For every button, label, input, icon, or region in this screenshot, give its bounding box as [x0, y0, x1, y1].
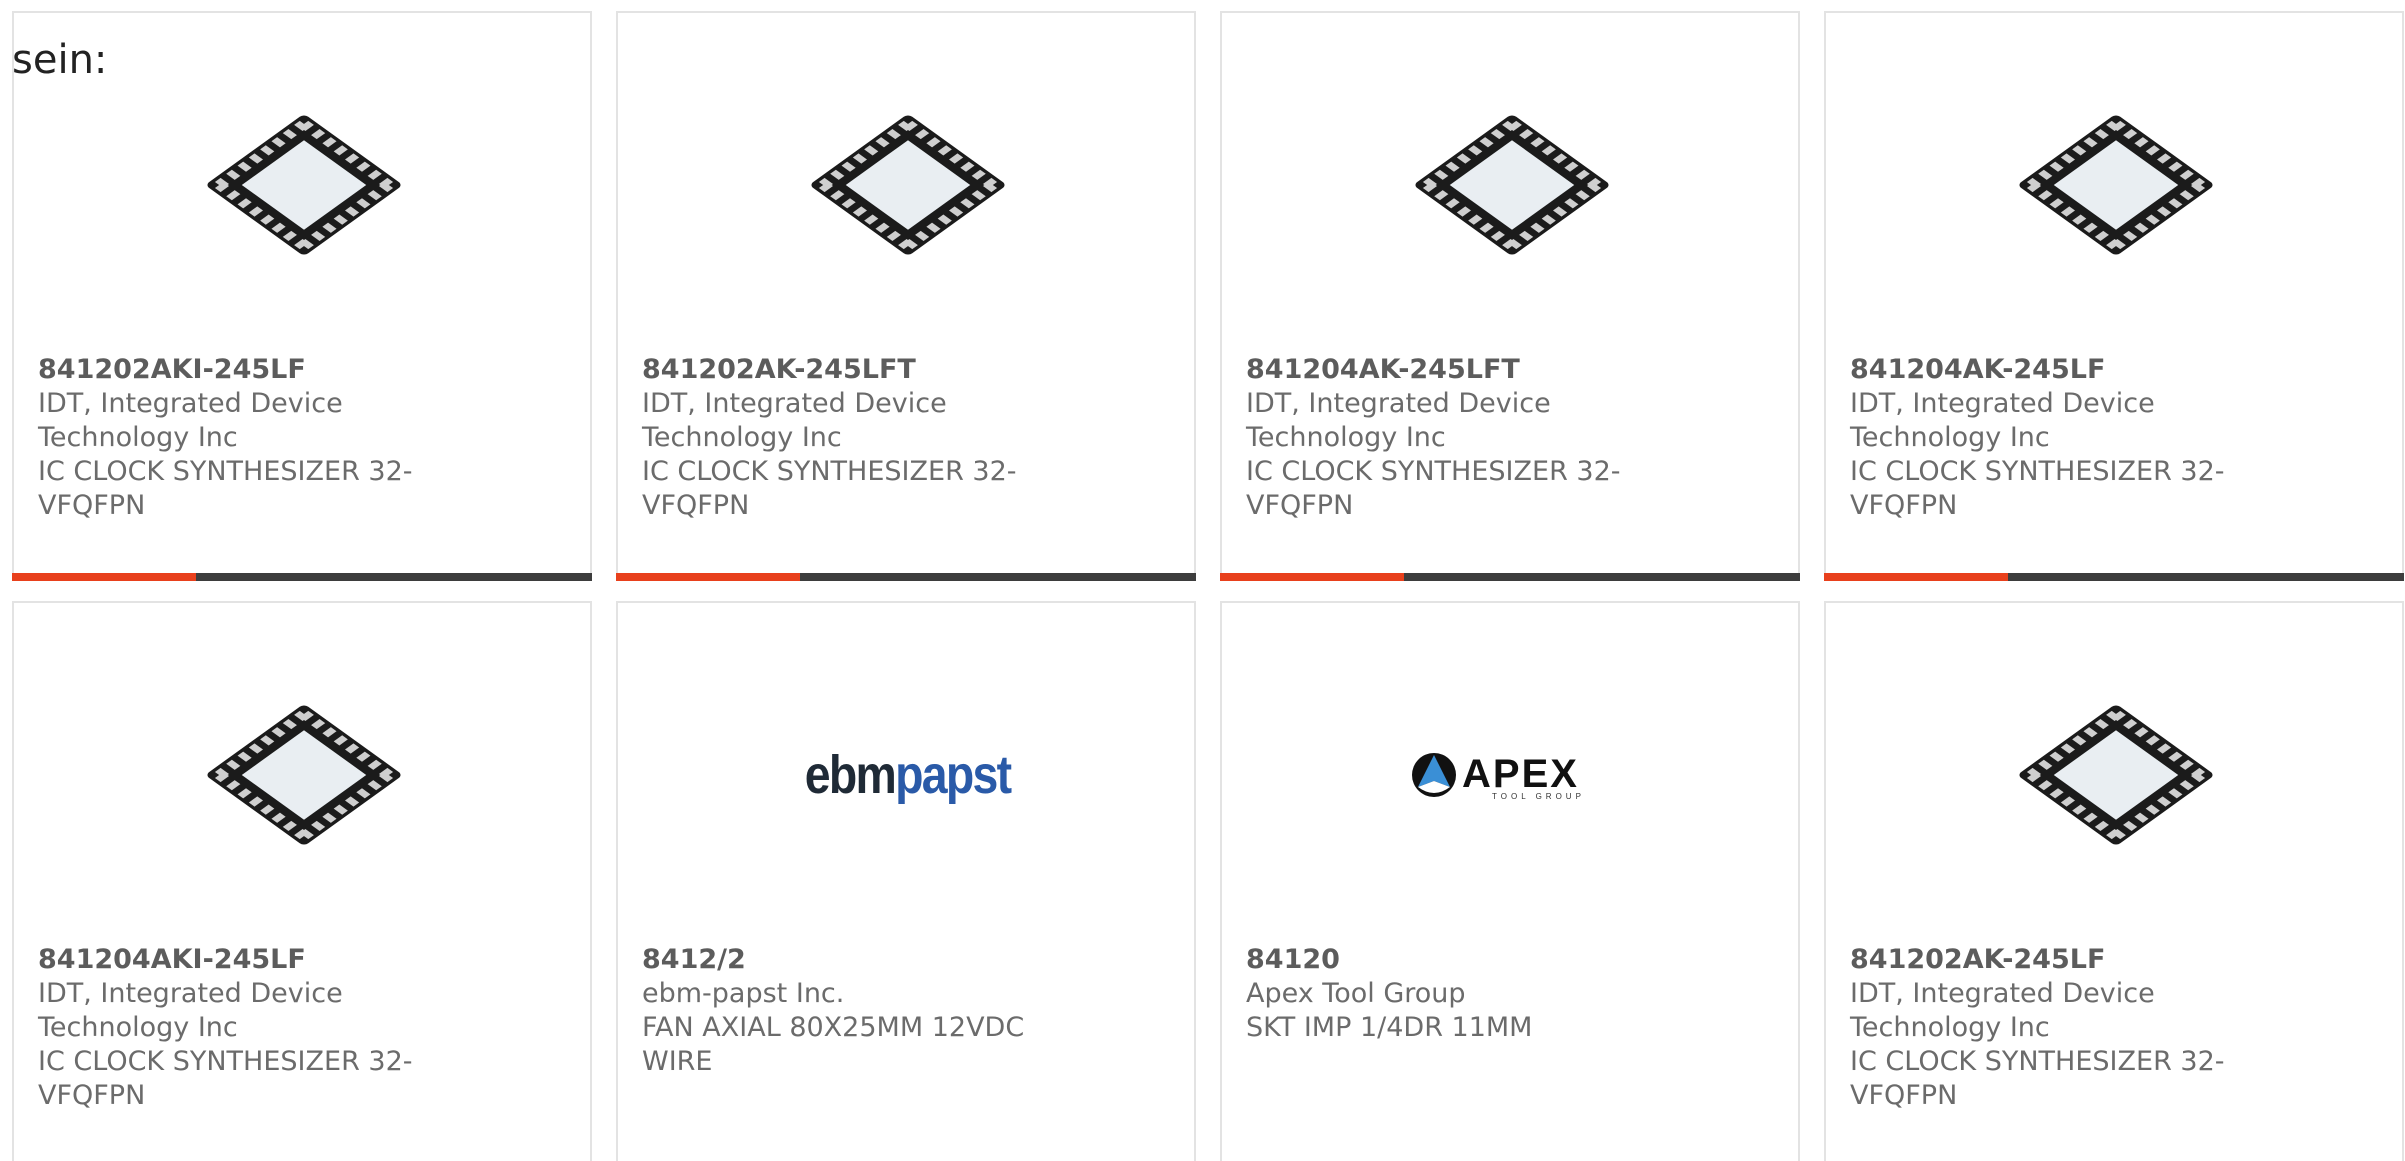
svg-text:APEX: APEX: [1462, 752, 1579, 796]
manufacturer: IDT, Integrated Device Technology Inc: [1246, 388, 1551, 453]
chip-icon: [1415, 115, 1609, 255]
intro-text: sein:: [12, 37, 108, 83]
manufacturer: IDT, Integrated Device Technology Inc: [38, 978, 343, 1043]
chip-image: [806, 83, 1010, 287]
manufacturer: IDT, Integrated Device Technology Inc: [38, 388, 343, 453]
manufacturer: ebm-papst Inc.: [642, 978, 845, 1009]
part-number[interactable]: 841204AK-245LFT: [1246, 353, 1646, 387]
description: FAN AXIAL 80X25MM 12VDC WIRE: [642, 1012, 1025, 1077]
chip-icon: [2019, 705, 2213, 845]
product-info: 84120 Apex Tool Group SKT IMP 1/4DR 11MM: [1246, 943, 1646, 1045]
part-number[interactable]: 841204AK-245LF: [1850, 353, 2250, 387]
description: IC CLOCK SYNTHESIZER 32-VFQFPN: [38, 456, 413, 521]
product-card[interactable]: 841204AKI-245LF IDT, Integrated Device T…: [12, 601, 592, 1161]
card-accent-bar: [1220, 573, 1404, 581]
product-card[interactable]: 841202AKI-245LF IDT, Integrated Device T…: [12, 11, 592, 581]
product-info: 841202AKI-245LF IDT, Integrated Device T…: [38, 353, 438, 523]
product-card[interactable]: 841202AK-245LF IDT, Integrated Device Te…: [1824, 601, 2404, 1161]
apex-logo-graphic: APEX TOOL GROUP: [1412, 752, 1585, 801]
card-bottom-bar: [616, 573, 1196, 581]
description: IC CLOCK SYNTHESIZER 32-VFQFPN: [1850, 456, 2225, 521]
product-card[interactable]: APEX TOOL GROUP 84120 Apex Tool Group SK…: [1220, 601, 1800, 1161]
part-number[interactable]: 841202AK-245LF: [1850, 943, 2250, 977]
svg-text:TOOL GROUP: TOOL GROUP: [1492, 792, 1585, 801]
chip-icon: [811, 115, 1005, 255]
chip-image: [2014, 83, 2218, 287]
chip-icon: [207, 705, 401, 845]
card-bottom-bar: [1220, 573, 1800, 581]
manufacturer: IDT, Integrated Device Technology Inc: [1850, 388, 2155, 453]
manufacturer: Apex Tool Group: [1246, 978, 1466, 1009]
card-bottom-bar: [12, 573, 592, 581]
product-info: 841202AK-245LFT IDT, Integrated Device T…: [642, 353, 1042, 523]
manufacturer: IDT, Integrated Device Technology Inc: [1850, 978, 2155, 1043]
chip-image: [1410, 83, 1614, 287]
description: IC CLOCK SYNTHESIZER 32-VFQFPN: [38, 1046, 413, 1111]
part-number[interactable]: 841202AK-245LFT: [642, 353, 1042, 387]
part-number[interactable]: 841202AKI-245LF: [38, 353, 438, 387]
apex-logo: APEX TOOL GROUP: [1410, 673, 1614, 877]
chip-image: [2014, 673, 2218, 877]
chip-icon: [2019, 115, 2213, 255]
part-number[interactable]: 84120: [1246, 943, 1646, 977]
product-card[interactable]: 841204AK-245LF IDT, Integrated Device Te…: [1824, 11, 2404, 581]
product-info: 841204AKI-245LF IDT, Integrated Device T…: [38, 943, 438, 1113]
chip-image: [202, 83, 406, 287]
part-number[interactable]: 8412/2: [642, 943, 1042, 977]
ebmpapst-logo: ebmpapst: [805, 673, 1012, 877]
manufacturer: IDT, Integrated Device Technology Inc: [642, 388, 947, 453]
card-bottom-bar: [1824, 573, 2404, 581]
chip-image: [202, 673, 406, 877]
product-info: 841202AK-245LF IDT, Integrated Device Te…: [1850, 943, 2250, 1113]
description: IC CLOCK SYNTHESIZER 32-VFQFPN: [1850, 1046, 2225, 1111]
product-grid-page: sein: 841202AKI-245LF IDT, Integrated De…: [0, 0, 2405, 1161]
chip-icon: [207, 115, 401, 255]
product-grid: 841202AKI-245LF IDT, Integrated Device T…: [12, 11, 2404, 1161]
part-number[interactable]: 841204AKI-245LF: [38, 943, 438, 977]
description: IC CLOCK SYNTHESIZER 32-VFQFPN: [642, 456, 1017, 521]
product-info: 841204AK-245LF IDT, Integrated Device Te…: [1850, 353, 2250, 523]
product-card[interactable]: 841202AK-245LFT IDT, Integrated Device T…: [616, 11, 1196, 581]
description: SKT IMP 1/4DR 11MM: [1246, 1012, 1533, 1043]
card-accent-bar: [616, 573, 800, 581]
product-card[interactable]: 841204AK-245LFT IDT, Integrated Device T…: [1220, 11, 1800, 581]
product-card[interactable]: ebmpapst 8412/2 ebm-papst Inc. FAN AXIAL…: [616, 601, 1196, 1161]
product-info: 841204AK-245LFT IDT, Integrated Device T…: [1246, 353, 1646, 523]
card-accent-bar: [1824, 573, 2008, 581]
card-accent-bar: [12, 573, 196, 581]
ebmpapst-logo-text: ebmpapst: [805, 745, 1012, 805]
product-info: 8412/2 ebm-papst Inc. FAN AXIAL 80X25MM …: [642, 943, 1042, 1079]
description: IC CLOCK SYNTHESIZER 32-VFQFPN: [1246, 456, 1621, 521]
